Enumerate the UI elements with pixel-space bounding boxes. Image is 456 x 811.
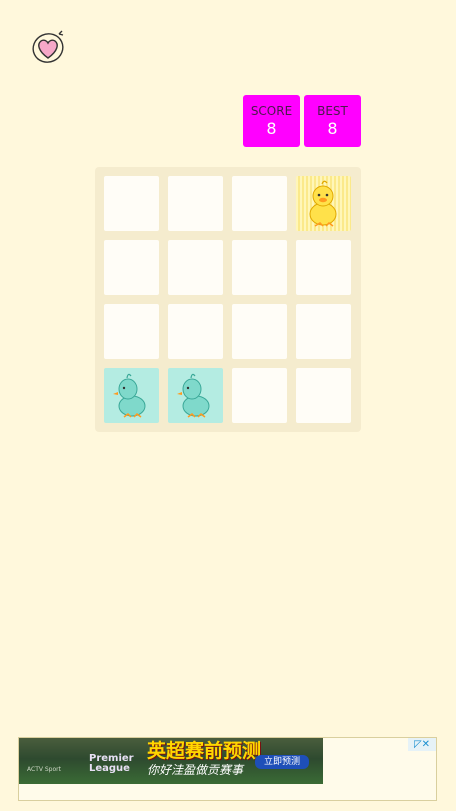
ad-image[interactable]: ACTV Sport Premier League 英超赛前预测 你好洼盈做贡赛…	[19, 738, 323, 784]
ad-brand: ACTV Sport	[27, 766, 61, 773]
empty-cell	[232, 368, 287, 423]
score-value: 8	[266, 119, 277, 138]
empty-cell	[104, 304, 159, 359]
empty-cell	[296, 304, 351, 359]
score-box: SCORE 8	[243, 95, 300, 147]
tile-yellow-duck	[296, 176, 351, 231]
tile-teal-duck	[168, 368, 223, 423]
logo-heart-icon[interactable]	[28, 28, 68, 68]
empty-cell	[104, 176, 159, 231]
empty-cell	[168, 304, 223, 359]
tile-teal-duck	[104, 368, 159, 423]
empty-cell	[296, 368, 351, 423]
empty-cell	[232, 304, 287, 359]
ad-league-line2: League	[89, 763, 130, 774]
ad-close-icon[interactable]: ◸✕	[408, 738, 436, 751]
best-label: BEST	[317, 104, 348, 118]
best-score-box: BEST 8	[304, 95, 361, 147]
empty-cell	[168, 176, 223, 231]
ad-subline: 你好洼盈做贡赛事	[147, 763, 244, 777]
empty-cell	[168, 240, 223, 295]
best-value: 8	[327, 119, 338, 138]
ad-cta-button[interactable]: 立即预测	[255, 755, 309, 769]
empty-cell	[232, 240, 287, 295]
score-label: SCORE	[250, 104, 293, 118]
ad-headline: 英超赛前预测	[147, 740, 262, 762]
ad-league-logo: Premier League	[89, 754, 134, 774]
game-board[interactable]	[95, 167, 361, 432]
ad-banner[interactable]: ACTV Sport Premier League 英超赛前预测 你好洼盈做贡赛…	[18, 737, 437, 801]
empty-cell	[296, 240, 351, 295]
empty-cell	[104, 240, 159, 295]
empty-cell	[232, 176, 287, 231]
